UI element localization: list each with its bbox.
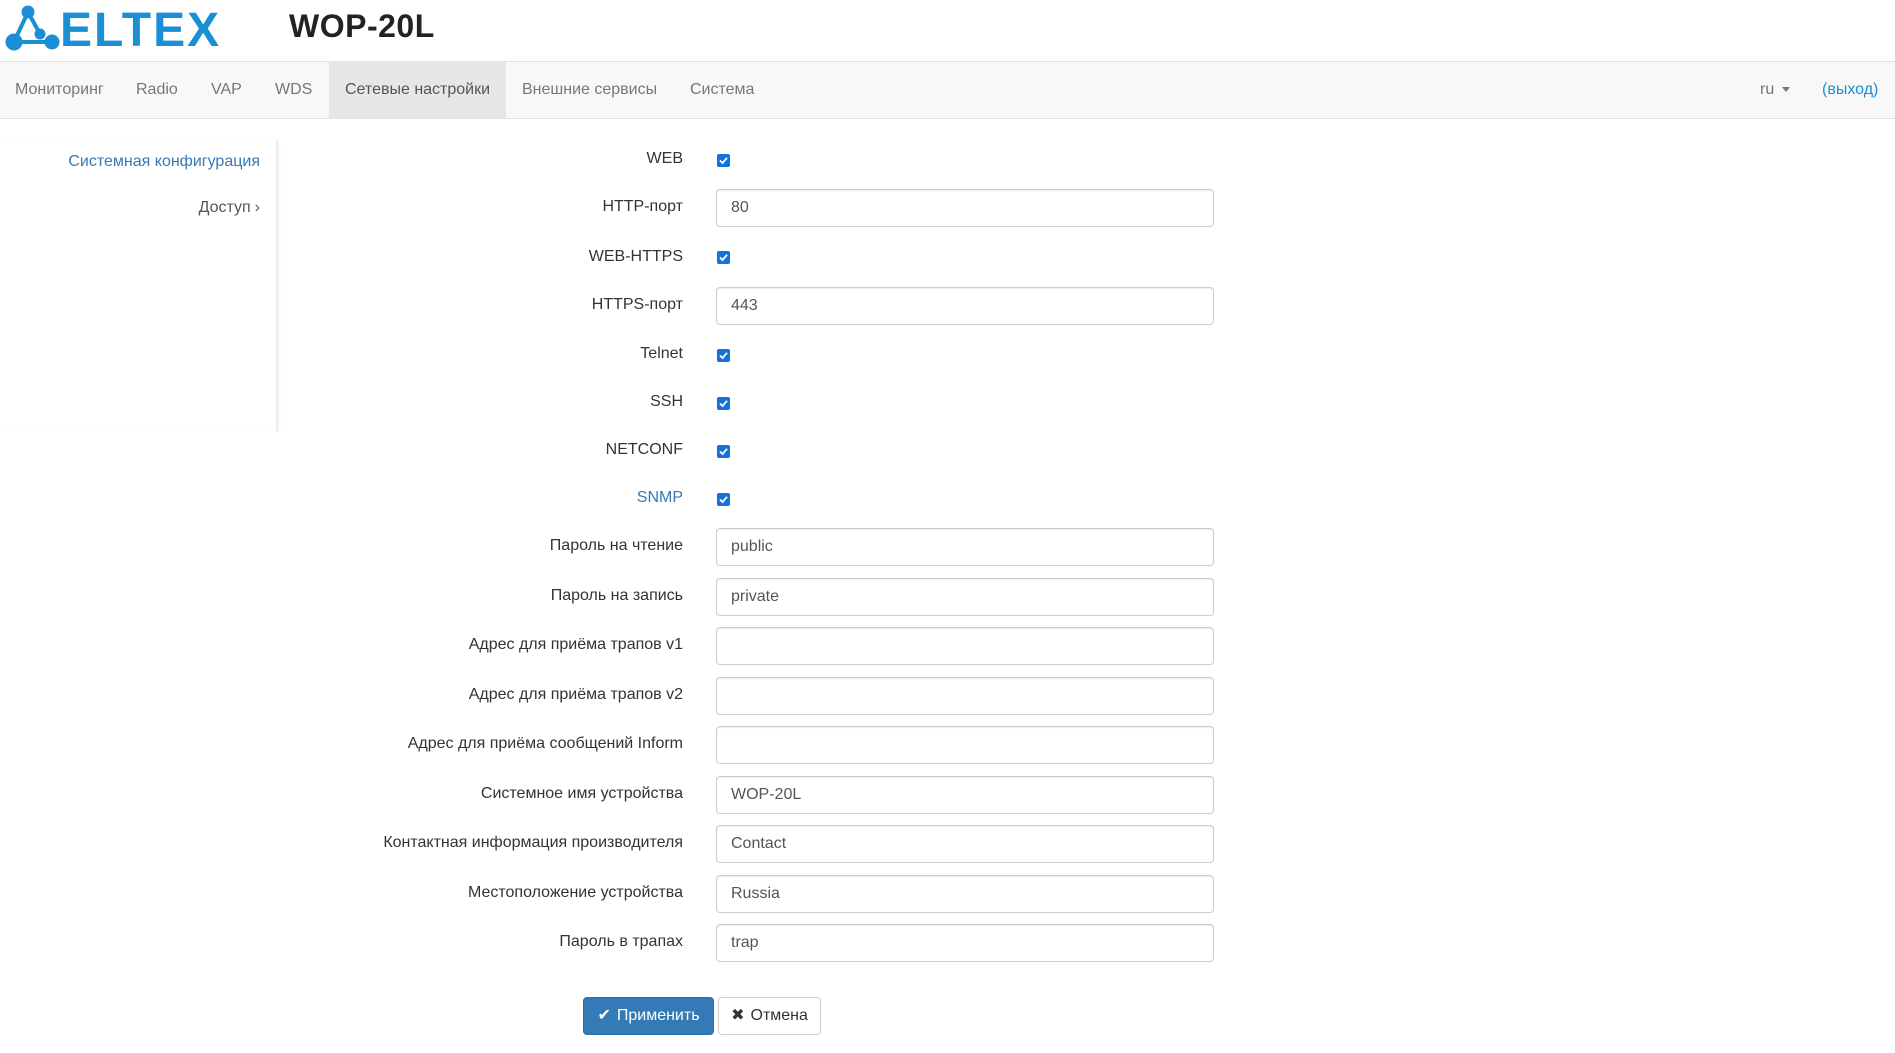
http-port-label: HTTP-порт xyxy=(602,198,683,215)
checkmark-icon xyxy=(719,352,728,360)
close-icon: ✖ xyxy=(731,1007,745,1024)
checkmark-icon xyxy=(719,448,728,456)
location-input[interactable] xyxy=(716,875,1214,913)
cancel-button[interactable]: ✖ Отмена xyxy=(718,997,821,1035)
web-checkbox[interactable] xyxy=(717,154,730,167)
trap-v2-input[interactable] xyxy=(716,677,1214,715)
device-title: WOP-20L xyxy=(289,8,435,44)
ssh-label: SSH xyxy=(650,393,683,410)
read-password-label: Пароль на чтение xyxy=(549,537,683,554)
cancel-button-label: Отмена xyxy=(750,1007,808,1024)
caret-down-icon xyxy=(1782,87,1791,93)
write-password-label: Пароль на запись xyxy=(550,587,683,604)
checkmark-icon xyxy=(719,400,728,408)
netconf-label: NETCONF xyxy=(605,441,683,458)
language-label: ru xyxy=(1760,81,1775,98)
trap-password-input[interactable] xyxy=(716,924,1214,962)
nav-item-network-settings[interactable]: Сетевые настройки xyxy=(329,62,507,118)
nav-item-vap[interactable]: VAP xyxy=(196,62,257,118)
nav-item-external-services[interactable]: Внешние сервисы xyxy=(507,62,672,118)
header: ELTEX WOP-20L xyxy=(0,0,1895,61)
sidebar: Системная конфигурация Доступ › xyxy=(0,141,278,431)
checkmark-icon xyxy=(719,254,728,262)
apply-button[interactable]: ✔ Применить xyxy=(583,997,714,1035)
telnet-checkbox[interactable] xyxy=(717,349,730,362)
trap-password-label: Пароль в трапах xyxy=(559,933,683,950)
logo-wordmark: ELTEX xyxy=(60,4,221,54)
contact-input[interactable] xyxy=(716,825,1214,863)
sidebar-item-label: Доступ xyxy=(198,199,251,216)
write-password-input[interactable] xyxy=(716,578,1214,616)
trap-v1-input[interactable] xyxy=(716,627,1214,665)
ssh-checkbox[interactable] xyxy=(717,397,730,410)
inform-label: Адрес для приёма сообщений Inform xyxy=(407,735,683,752)
trap-v1-label: Адрес для приёма трапов v1 xyxy=(468,636,683,653)
main-navbar: Мониторинг Radio VAP WDS Сетевые настрой… xyxy=(0,61,1895,119)
language-dropdown[interactable]: ru xyxy=(1760,62,1791,118)
web-label: WEB xyxy=(646,150,683,167)
nav-item-monitoring[interactable]: Мониторинг xyxy=(0,62,119,118)
logout-link[interactable]: (выход) xyxy=(1822,62,1878,118)
location-label: Местоположение устройства xyxy=(467,884,683,901)
checkmark-icon: ✔ xyxy=(597,1007,611,1024)
chevron-right-icon: › xyxy=(254,199,260,216)
telnet-label: Telnet xyxy=(640,345,683,362)
sidebar-item-system-config[interactable]: Системная конфигурация xyxy=(68,153,260,171)
nav-item-radio[interactable]: Radio xyxy=(121,62,193,118)
sidebar-item-access[interactable]: Доступ › xyxy=(199,199,260,217)
inform-input[interactable] xyxy=(716,726,1214,764)
snmp-label-link[interactable]: SNMP xyxy=(637,489,683,507)
snmp-checkbox[interactable] xyxy=(717,493,730,506)
web-https-checkbox[interactable] xyxy=(717,251,730,264)
eltex-logo[interactable]: ELTEX xyxy=(4,4,224,57)
contact-label: Контактная информация производителя xyxy=(383,834,683,851)
web-https-label: WEB-HTTPS xyxy=(588,248,683,265)
https-port-input[interactable] xyxy=(716,287,1214,325)
trap-v2-label: Адрес для приёма трапов v2 xyxy=(468,686,683,703)
http-port-input[interactable] xyxy=(716,189,1214,227)
checkmark-icon xyxy=(719,496,728,504)
nav-item-wds[interactable]: WDS xyxy=(260,62,327,118)
sys-name-input[interactable] xyxy=(716,776,1214,814)
checkmark-icon xyxy=(719,157,728,165)
apply-button-label: Применить xyxy=(616,1007,700,1024)
sys-name-label: Системное имя устройства xyxy=(480,785,683,802)
https-port-label: HTTPS-порт xyxy=(591,296,683,313)
netconf-checkbox[interactable] xyxy=(717,445,730,458)
nav-item-system[interactable]: Система xyxy=(675,62,769,118)
read-password-input[interactable] xyxy=(716,528,1214,566)
